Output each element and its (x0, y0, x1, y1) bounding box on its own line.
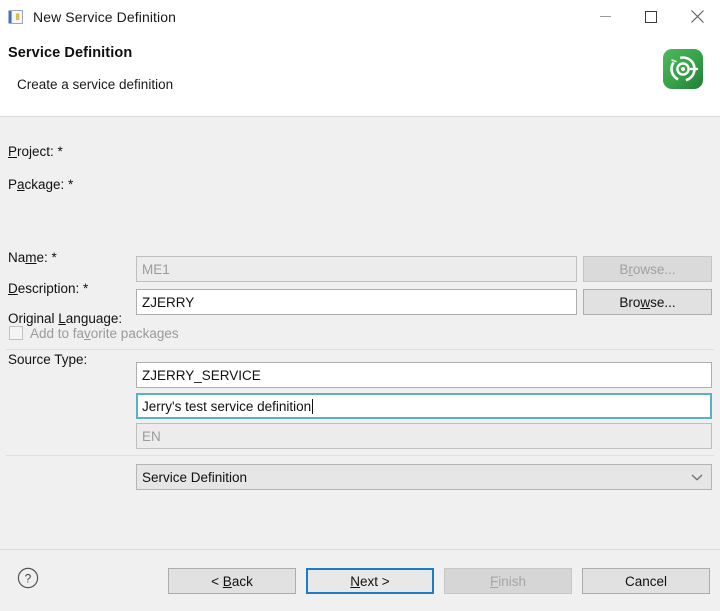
cancel-button[interactable]: Cancel (582, 568, 710, 594)
source-type-dropdown[interactable]: Service Definition (136, 464, 712, 490)
page-title: Service Definition (8, 45, 133, 61)
project-label: Project: * (8, 143, 63, 159)
close-icon (690, 10, 704, 23)
minimize-icon (599, 16, 611, 17)
finish-button[interactable]: Finish (444, 568, 572, 594)
help-icon: ? (17, 567, 39, 589)
window-title: New Service Definition (33, 8, 177, 25)
wizard-header: Service Definition Create a service defi… (0, 33, 720, 117)
page-subtitle: Create a service definition (17, 77, 174, 92)
description-label: Description: * (8, 280, 89, 296)
back-button[interactable]: < Back (168, 568, 296, 594)
chevron-down-icon (691, 470, 703, 485)
title-bar: New Service Definition (0, 0, 720, 33)
help-button[interactable]: ? (17, 567, 39, 589)
sap-service-definition-badge-icon (661, 47, 705, 91)
wizard-footer: ? < Back Next > Finish Cancel (0, 549, 720, 611)
project-row: Project: * (0, 138, 720, 164)
description-value: Jerry's test service definition (142, 398, 312, 414)
wizard-body: Project: * ME1 Browse... Package: * ZJER… (0, 117, 720, 549)
svg-text:?: ? (25, 571, 32, 585)
description-row: Description: * (0, 275, 720, 301)
back-button-label: < Back (211, 573, 253, 589)
original-language-input[interactable]: EN (136, 423, 712, 449)
source-type-row: Source Type: (0, 346, 720, 372)
next-button[interactable]: Next > (306, 568, 434, 594)
text-caret (312, 398, 314, 414)
next-button-label: Next > (350, 573, 390, 589)
close-button[interactable] (674, 0, 720, 33)
name-row: Name: * (0, 244, 720, 270)
description-input[interactable]: Jerry's test service definition (136, 393, 712, 419)
window-controls (582, 0, 720, 33)
original-language-label: Original Language: (8, 310, 123, 326)
source-type-label: Source Type: (8, 351, 88, 367)
maximize-icon (645, 10, 657, 23)
cancel-button-label: Cancel (624, 573, 668, 589)
source-type-value: Service Definition (142, 469, 248, 485)
package-label: Package: * (8, 176, 74, 192)
package-row: Package: * (0, 171, 720, 197)
finish-button-label: Finish (489, 573, 526, 589)
name-label: Name: * (8, 249, 57, 265)
minimize-button[interactable] (582, 0, 628, 33)
original-language-value: EN (142, 428, 161, 444)
service-definition-file-icon (8, 9, 24, 25)
separator-before-source-type (6, 455, 714, 456)
original-language-row: Original Language: (0, 305, 720, 331)
maximize-button[interactable] (628, 0, 674, 33)
new-service-definition-dialog: New Service Definition Service Definitio… (0, 0, 720, 611)
footer-button-group: < Back Next > Finish Cancel (158, 568, 710, 594)
